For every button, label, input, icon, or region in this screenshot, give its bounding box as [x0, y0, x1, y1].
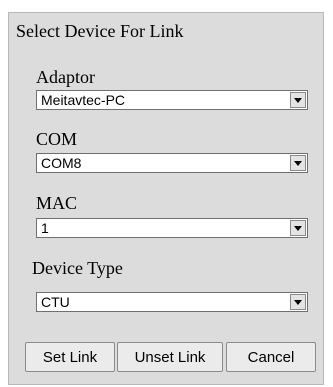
com-dropdown-button[interactable]	[290, 155, 306, 171]
device-type-value: CTU	[41, 294, 70, 310]
adaptor-select[interactable]: Meitavtec-PC	[36, 90, 308, 110]
chevron-down-icon	[294, 161, 302, 166]
device-type-label: Device Type	[32, 258, 123, 278]
mac-select[interactable]: 1	[36, 218, 308, 238]
mac-dropdown-button[interactable]	[290, 220, 306, 236]
mac-value: 1	[41, 220, 49, 236]
dialog-title: Select Device For Link	[16, 21, 184, 41]
adaptor-dropdown-button[interactable]	[290, 92, 306, 108]
chevron-down-icon	[294, 98, 302, 103]
com-select[interactable]: COM8	[36, 153, 308, 173]
com-label: COM	[36, 129, 78, 149]
com-value: COM8	[41, 155, 82, 171]
chevron-down-icon	[294, 226, 302, 231]
device-type-dropdown-button[interactable]	[290, 294, 306, 310]
cancel-button[interactable]: Cancel	[226, 342, 316, 372]
unset-link-button[interactable]: Unset Link	[117, 342, 223, 372]
device-type-select[interactable]: CTU	[36, 292, 308, 312]
set-link-button[interactable]: Set Link	[25, 342, 115, 372]
adaptor-label: Adaptor	[36, 67, 95, 87]
chevron-down-icon	[294, 300, 302, 305]
mac-label: MAC	[36, 193, 78, 213]
adaptor-value: Meitavtec-PC	[41, 92, 126, 108]
